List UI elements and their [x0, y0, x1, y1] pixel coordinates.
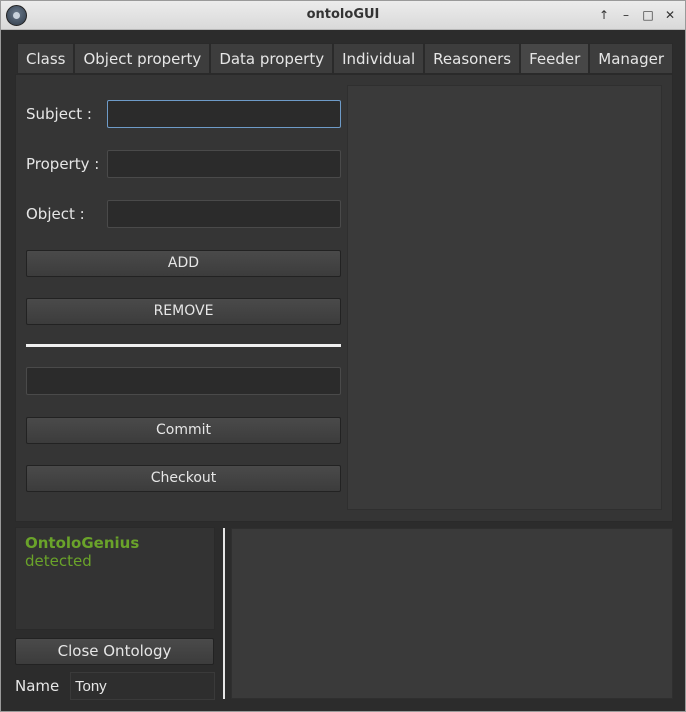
- commit-message-input[interactable]: [26, 367, 341, 395]
- main-window: ontoloGUI ↑ – □ ✕ Class Object property …: [0, 0, 686, 712]
- tab-reasoners[interactable]: Reasoners: [424, 43, 521, 74]
- keep-above-icon[interactable]: ↑: [595, 7, 613, 24]
- checkout-button[interactable]: Checkout: [26, 465, 341, 492]
- divider: [26, 344, 341, 347]
- subject-label: Subject :: [26, 105, 92, 123]
- tab-feeder[interactable]: Feeder: [520, 43, 590, 74]
- name-label: Name: [15, 677, 60, 695]
- maximize-icon[interactable]: □: [639, 7, 657, 24]
- close-icon[interactable]: ✕: [661, 7, 679, 24]
- feeder-output-panel[interactable]: [347, 85, 662, 510]
- tab-object-property[interactable]: Object property: [74, 43, 211, 74]
- tab-data-property[interactable]: Data property: [210, 43, 334, 74]
- name-field[interactable]: [70, 672, 215, 700]
- tab-bar: Class Object property Data property Indi…: [17, 43, 673, 74]
- minimize-icon[interactable]: –: [617, 7, 635, 24]
- add-button[interactable]: ADD: [26, 250, 341, 277]
- object-label: Object :: [26, 205, 85, 223]
- property-label: Property :: [26, 155, 100, 173]
- status-box: OntoloGenius detected: [15, 527, 215, 630]
- close-ontology-button[interactable]: Close Ontology: [15, 638, 214, 665]
- object-input[interactable]: [107, 200, 341, 228]
- commit-button[interactable]: Commit: [26, 417, 341, 444]
- status-name: OntoloGenius: [25, 534, 140, 552]
- status-text: detected: [25, 552, 92, 570]
- tab-class[interactable]: Class: [17, 43, 75, 74]
- window-controls: ↑ – □ ✕: [595, 7, 679, 24]
- tab-manager[interactable]: Manager: [589, 43, 673, 74]
- log-panel[interactable]: [231, 528, 673, 699]
- subject-input[interactable]: [107, 100, 341, 128]
- vertical-divider: [223, 528, 225, 699]
- window-title: ontoloGUI: [306, 7, 380, 22]
- remove-button[interactable]: REMOVE: [26, 298, 341, 325]
- title-bar[interactable]: ontoloGUI ↑ – □ ✕: [1, 1, 685, 30]
- tab-individual[interactable]: Individual: [333, 43, 425, 74]
- property-input[interactable]: [107, 150, 341, 178]
